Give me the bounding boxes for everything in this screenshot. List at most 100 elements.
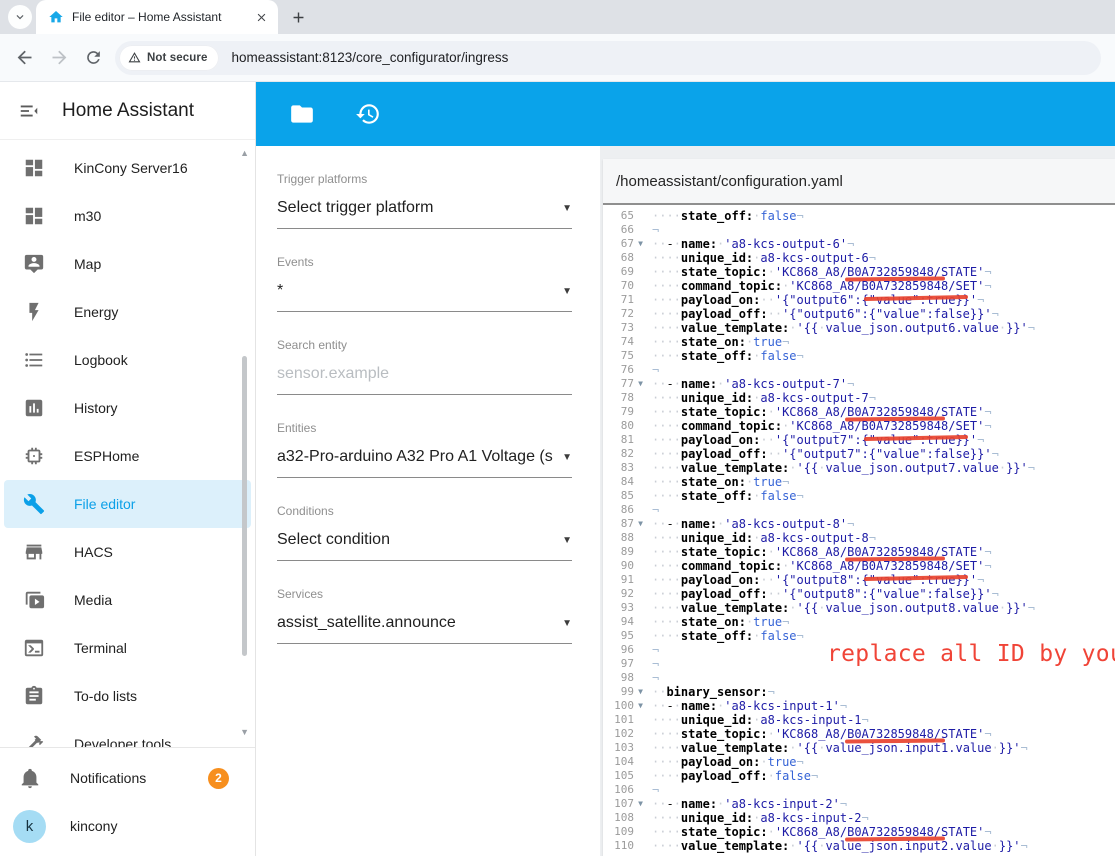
sidebar-item-logbook[interactable]: Logbook xyxy=(4,336,251,384)
fold-arrow-icon[interactable] xyxy=(634,363,647,377)
fold-arrow-icon[interactable] xyxy=(634,265,647,279)
line-number[interactable]: 97 xyxy=(603,657,647,671)
dropdown-events[interactable]: *▼ xyxy=(277,282,572,312)
address-bar[interactable]: Not secure homeassistant:8123/core_confi… xyxy=(115,41,1101,75)
line-number[interactable]: 100▼ xyxy=(603,699,647,713)
code-editor[interactable]: 65····state_off:·false¬66¬67▼··-·name:·'… xyxy=(603,205,1115,856)
fold-arrow-icon[interactable] xyxy=(634,391,647,405)
line-number[interactable]: 65 xyxy=(603,209,647,223)
fold-arrow-icon[interactable] xyxy=(634,503,647,517)
tab-search-button[interactable] xyxy=(8,5,32,29)
line-number[interactable]: 91 xyxy=(603,573,647,587)
line-number[interactable]: 109 xyxy=(603,825,647,839)
line-number[interactable]: 101 xyxy=(603,713,647,727)
fold-arrow-icon[interactable] xyxy=(634,405,647,419)
fold-arrow-icon[interactable] xyxy=(634,559,647,573)
line-number[interactable]: 108 xyxy=(603,811,647,825)
line-number[interactable]: 107▼ xyxy=(603,797,647,811)
forward-icon[interactable] xyxy=(49,47,70,68)
fold-arrow-icon[interactable] xyxy=(634,643,647,657)
line-number[interactable]: 66 xyxy=(603,223,647,237)
line-number[interactable]: 90 xyxy=(603,559,647,573)
line-number[interactable]: 93 xyxy=(603,601,647,615)
line-number[interactable]: 85 xyxy=(603,489,647,503)
line-number[interactable]: 92 xyxy=(603,587,647,601)
line-number[interactable]: 78 xyxy=(603,391,647,405)
sidebar-item-to-do-lists[interactable]: To-do lists xyxy=(4,672,251,720)
tab-close-icon[interactable] xyxy=(255,11,268,24)
sidebar-item-notifications[interactable]: Notifications 2 xyxy=(0,754,255,802)
line-number[interactable]: 72 xyxy=(603,307,647,321)
line-number[interactable]: 84 xyxy=(603,475,647,489)
fold-arrow-icon[interactable] xyxy=(634,671,647,685)
line-number[interactable]: 82 xyxy=(603,447,647,461)
line-number[interactable]: 83 xyxy=(603,461,647,475)
fold-arrow-icon[interactable] xyxy=(634,573,647,587)
fold-arrow-icon[interactable] xyxy=(634,489,647,503)
dropdown-arrow-icon[interactable]: ▼ xyxy=(562,452,572,463)
scroll-up-arrow[interactable]: ▲ xyxy=(240,148,249,158)
input-search-entity[interactable]: sensor.example xyxy=(277,365,572,395)
dropdown-arrow-icon[interactable]: ▼ xyxy=(562,618,572,629)
line-number[interactable]: 70 xyxy=(603,279,647,293)
line-number[interactable]: 98 xyxy=(603,671,647,685)
line-number[interactable]: 88 xyxy=(603,531,647,545)
fold-arrow-icon[interactable] xyxy=(634,657,647,671)
fold-arrow-icon[interactable] xyxy=(634,279,647,293)
line-number[interactable]: 69 xyxy=(603,265,647,279)
fold-arrow-icon[interactable] xyxy=(634,293,647,307)
fold-arrow-icon[interactable] xyxy=(634,839,647,853)
line-number[interactable]: 77▼ xyxy=(603,377,647,391)
fold-arrow-icon[interactable] xyxy=(634,825,647,839)
line-number[interactable]: 110 xyxy=(603,839,647,853)
fold-arrow-icon[interactable]: ▼ xyxy=(634,237,647,251)
line-number[interactable]: 73 xyxy=(603,321,647,335)
fold-arrow-icon[interactable] xyxy=(634,741,647,755)
reload-icon[interactable] xyxy=(84,48,103,67)
sidebar-item-energy[interactable]: Energy xyxy=(4,288,251,336)
line-number[interactable]: 106 xyxy=(603,783,647,797)
sidebar-item-m30[interactable]: m30 xyxy=(4,192,251,240)
fold-arrow-icon[interactable] xyxy=(634,601,647,615)
sidebar-item-user[interactable]: k kincony xyxy=(0,802,255,850)
history-restore-icon[interactable] xyxy=(348,101,388,127)
line-number[interactable]: 105 xyxy=(603,769,647,783)
sidebar-item-file-editor[interactable]: File editor xyxy=(4,480,251,528)
fold-arrow-icon[interactable] xyxy=(634,769,647,783)
line-number[interactable]: 79 xyxy=(603,405,647,419)
fold-arrow-icon[interactable] xyxy=(634,545,647,559)
line-number[interactable]: 89 xyxy=(603,545,647,559)
line-number[interactable]: 94 xyxy=(603,615,647,629)
security-chip[interactable]: Not secure xyxy=(119,45,219,71)
line-number[interactable]: 103 xyxy=(603,741,647,755)
line-number[interactable]: 99▼ xyxy=(603,685,647,699)
browser-tab[interactable]: File editor – Home Assistant xyxy=(36,0,278,34)
scroll-down-arrow[interactable]: ▼ xyxy=(240,727,249,737)
sidebar-item-esphome[interactable]: ESPHome xyxy=(4,432,251,480)
fold-arrow-icon[interactable] xyxy=(634,629,647,643)
fold-arrow-icon[interactable] xyxy=(634,419,647,433)
line-number[interactable]: 68 xyxy=(603,251,647,265)
fold-arrow-icon[interactable] xyxy=(634,783,647,797)
fold-arrow-icon[interactable] xyxy=(634,587,647,601)
dropdown-arrow-icon[interactable]: ▼ xyxy=(562,203,572,214)
line-number[interactable]: 76 xyxy=(603,363,647,377)
sidebar-item-history[interactable]: History xyxy=(4,384,251,432)
fold-arrow-icon[interactable] xyxy=(634,223,647,237)
line-number[interactable]: 67▼ xyxy=(603,237,647,251)
fold-arrow-icon[interactable] xyxy=(634,251,647,265)
dropdown-arrow-icon[interactable]: ▼ xyxy=(562,286,572,297)
line-number[interactable]: 74 xyxy=(603,335,647,349)
fold-arrow-icon[interactable] xyxy=(634,727,647,741)
sidebar-item-map[interactable]: Map xyxy=(4,240,251,288)
new-tab-button[interactable] xyxy=(290,9,307,26)
fold-arrow-icon[interactable] xyxy=(634,713,647,727)
fold-arrow-icon[interactable] xyxy=(634,307,647,321)
line-number[interactable]: 81 xyxy=(603,433,647,447)
sidebar-item-developer-tools[interactable]: Developer tools xyxy=(4,720,251,747)
fold-arrow-icon[interactable] xyxy=(634,433,647,447)
line-number[interactable]: 75 xyxy=(603,349,647,363)
fold-arrow-icon[interactable] xyxy=(634,321,647,335)
menu-toggle-icon[interactable] xyxy=(18,100,40,122)
dropdown-entities[interactable]: a32-Pro-arduino A32 Pro A1 Voltage (s...… xyxy=(277,448,572,478)
